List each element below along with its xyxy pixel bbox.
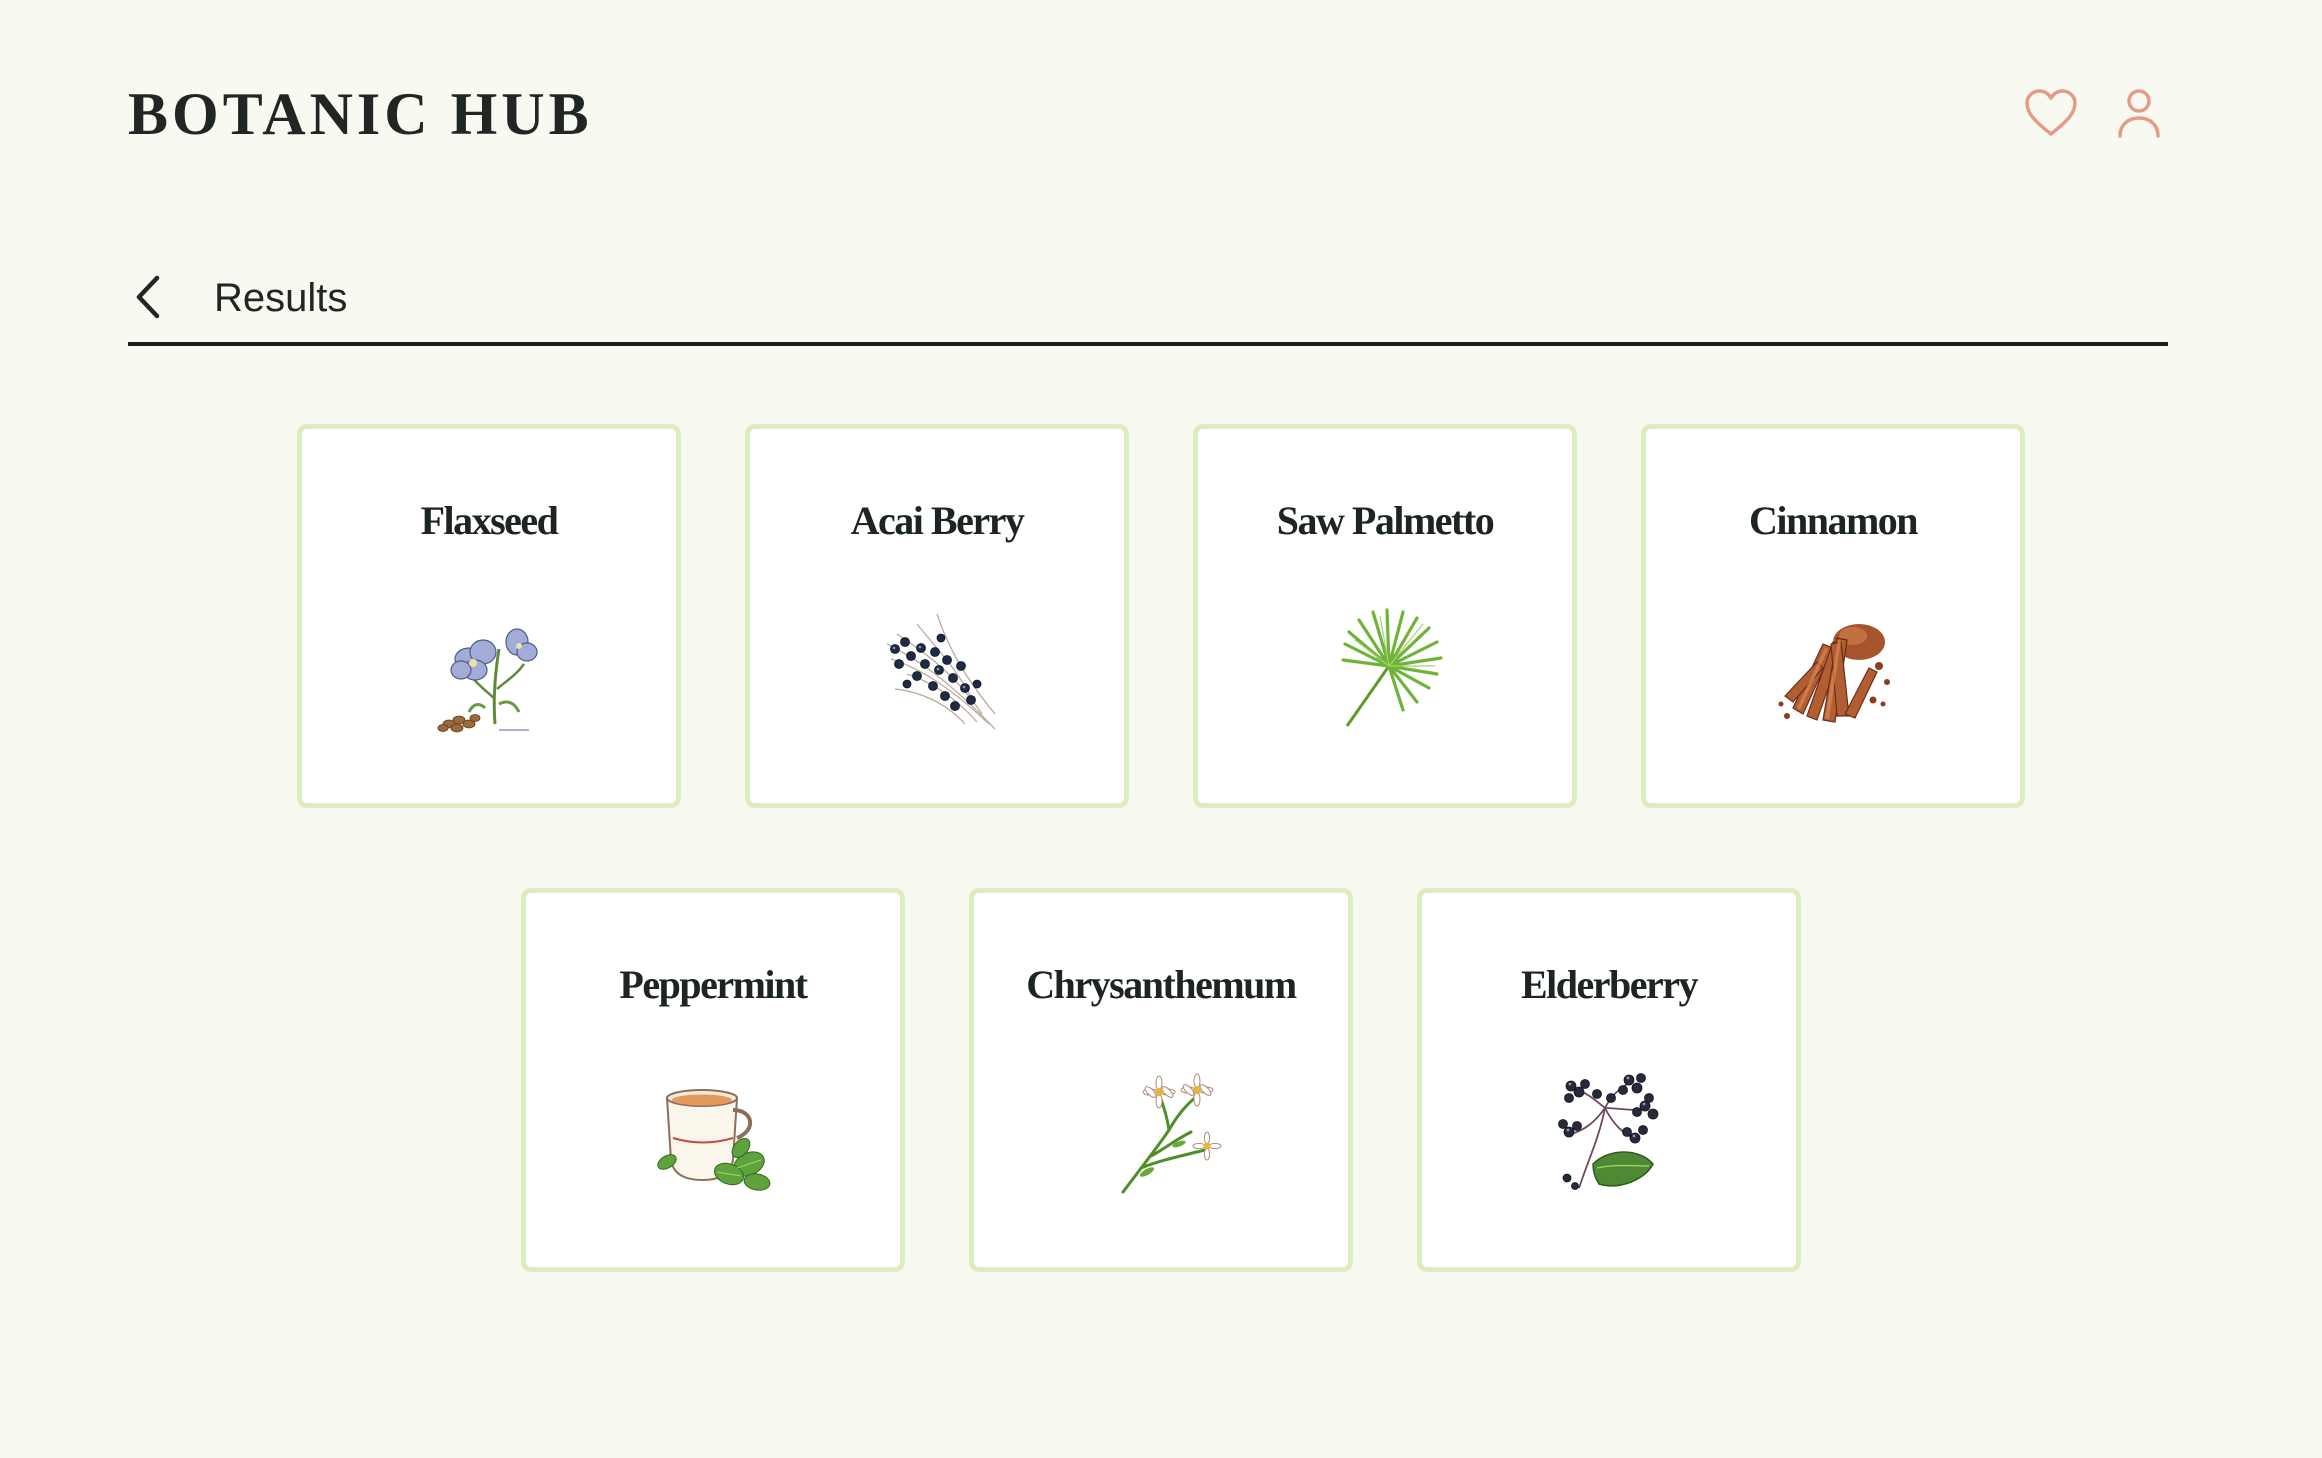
card-title: Peppermint xyxy=(619,962,808,1007)
result-card-peppermint[interactable]: Peppermint xyxy=(521,888,905,1272)
results-row-1: Flaxseed Acai Berry Saw Palmetto Cinnamo… xyxy=(0,424,2322,808)
result-card-flaxseed[interactable]: Flaxseed xyxy=(297,424,681,808)
result-card-elderberry[interactable]: Elderberry xyxy=(1417,888,1801,1272)
elderberry-illustration xyxy=(1558,1073,1659,1190)
card-title: Elderberry xyxy=(1520,962,1699,1007)
card-title: Acai Berry xyxy=(850,498,1025,543)
acai-berry-illustration xyxy=(886,613,996,730)
result-card-cinnamon[interactable]: Cinnamon xyxy=(1641,424,2025,808)
result-card-acai-berry[interactable]: Acai Berry xyxy=(745,424,1129,808)
chrysanthemum-illustration xyxy=(1121,1073,1222,1194)
back-button[interactable] xyxy=(128,272,168,322)
result-card-saw-palmetto[interactable]: Saw Palmetto xyxy=(1193,424,1577,808)
results-header: Results xyxy=(128,264,2168,346)
card-title: Chrysanthemum xyxy=(1026,962,1297,1007)
flaxseed-illustration xyxy=(437,628,538,733)
card-title: Flaxseed xyxy=(420,498,559,543)
result-card-chrysanthemum[interactable]: Chrysanthemum xyxy=(969,888,1353,1272)
logo[interactable]: BOTANIC HUB xyxy=(128,80,593,149)
account-button[interactable] xyxy=(2110,84,2168,142)
favorites-button[interactable] xyxy=(2022,84,2080,142)
saw-palmetto-illustration xyxy=(1341,608,1443,727)
page-title: Results xyxy=(214,276,348,320)
peppermint-illustration xyxy=(657,1089,771,1191)
card-title: Cinnamon xyxy=(1748,498,1919,543)
header-actions xyxy=(2022,84,2168,142)
heart-icon xyxy=(2025,89,2077,136)
user-icon xyxy=(2118,89,2160,138)
results-row-2: Peppermint Chrysanthemum Elderberry xyxy=(0,888,2322,1272)
card-title: Saw Palmetto xyxy=(1276,498,1495,543)
cinnamon-illustration xyxy=(1778,624,1890,723)
chevron-left-icon xyxy=(136,275,160,319)
